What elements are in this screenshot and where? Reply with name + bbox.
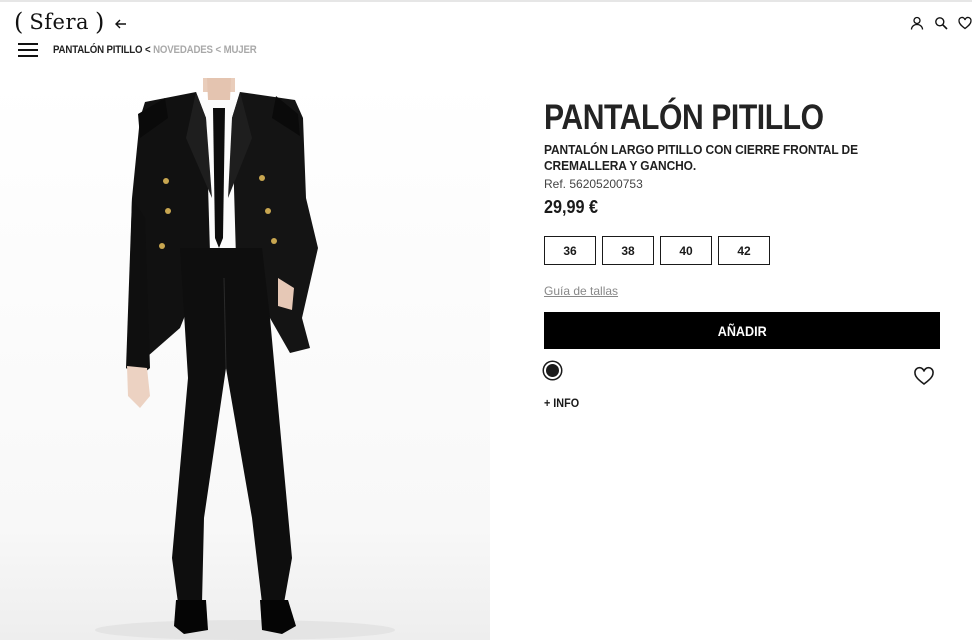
size-36-button[interactable]: 36 <box>544 236 596 265</box>
product-description: PANTALÓN LARGO PITILLO CON CIERRE FRONTA… <box>544 142 858 173</box>
size-42-button[interactable]: 42 <box>718 236 770 265</box>
breadcrumb-separator: < <box>144 44 151 56</box>
size-40-button[interactable]: 40 <box>660 236 712 265</box>
breadcrumb-separator: < <box>215 44 221 56</box>
breadcrumb: PANTALÓN PITILLO < NOVEDADES < MUJER <box>53 44 257 56</box>
breadcrumb-novedades[interactable]: NOVEDADES <box>153 44 213 56</box>
wishlist-heart-icon[interactable] <box>913 366 935 386</box>
add-to-cart-label: AÑADIR <box>717 322 767 339</box>
product-info: PANTALÓN PITILLO PANTALÓN LARGO PITILLO … <box>544 96 940 218</box>
back-arrow-icon[interactable] <box>114 17 128 31</box>
product-price: 29,99 € <box>544 197 599 217</box>
size-selector: 36 38 40 42 <box>544 236 770 265</box>
product-image[interactable] <box>0 78 490 640</box>
breadcrumb-current: PANTALÓN PITILLO <box>53 44 143 56</box>
product-ref: Ref. 56205200753 <box>544 177 643 191</box>
logo-text: Sfera <box>29 10 90 34</box>
user-icon[interactable] <box>910 16 924 30</box>
product-title: PANTALÓN PITILLO <box>544 98 824 137</box>
more-info-toggle[interactable]: + INFO <box>544 396 579 410</box>
add-to-cart-button[interactable]: AÑADIR <box>544 312 940 349</box>
top-divider <box>0 0 972 2</box>
brand-logo[interactable]: ( Sfera ) <box>14 8 128 36</box>
logo-paren-right: ) <box>95 8 105 36</box>
model-illustration <box>0 78 490 640</box>
logo-paren-left: ( <box>14 8 24 36</box>
size-38-button[interactable]: 38 <box>602 236 654 265</box>
size-guide-link[interactable]: Guía de tallas <box>544 284 618 298</box>
header-icons <box>910 16 972 30</box>
breadcrumb-mujer[interactable]: MUJER <box>224 44 257 56</box>
heart-icon[interactable] <box>958 16 972 30</box>
color-swatch-black[interactable] <box>544 362 561 379</box>
menu-icon[interactable] <box>18 43 38 57</box>
search-icon[interactable] <box>934 16 948 30</box>
